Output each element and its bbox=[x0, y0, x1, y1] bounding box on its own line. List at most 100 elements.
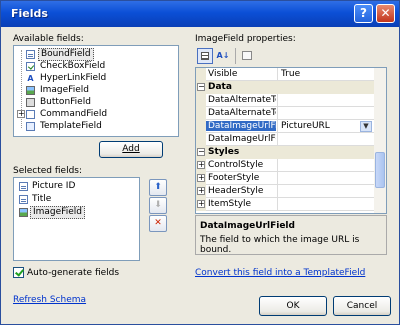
bound-field-icon bbox=[19, 182, 28, 191]
alphabetical-button[interactable]: A↓ bbox=[215, 48, 231, 64]
grid-divider bbox=[277, 68, 278, 81]
expand-plus-icon[interactable]: + bbox=[197, 187, 205, 195]
ok-button-label: OK bbox=[286, 301, 300, 311]
property-pages-button[interactable] bbox=[239, 48, 255, 64]
list-item-label: Picture ID bbox=[32, 181, 76, 191]
button-field-icon bbox=[26, 98, 35, 107]
property-row[interactable]: DataImageUrlForma bbox=[196, 133, 374, 146]
move-down-button[interactable]: ⬇ bbox=[149, 197, 167, 214]
grid-margin bbox=[196, 68, 206, 81]
delete-icon: ✕ bbox=[154, 218, 162, 228]
tree-item-label: BoundField bbox=[38, 48, 94, 61]
expand-plus-icon[interactable]: + bbox=[197, 200, 205, 208]
auto-generate-label: Auto-generate fields bbox=[27, 268, 120, 278]
fields-dialog: Fields ? ✕ Available fields: BoundField … bbox=[0, 0, 400, 325]
title-bar[interactable]: Fields ? ✕ bbox=[1, 1, 399, 27]
property-row[interactable]: DataAlternateTextF bbox=[196, 107, 374, 120]
property-grid[interactable]: Visible True − Data DataAlternateTextF D… bbox=[195, 67, 387, 214]
sort-az-icon: A↓ bbox=[216, 51, 230, 60]
tree-item-label: ImageField bbox=[40, 85, 89, 95]
image-field-icon bbox=[26, 86, 35, 95]
grid-divider bbox=[277, 94, 278, 107]
categorized-icon bbox=[201, 52, 209, 60]
arrow-down-icon: ⬇ bbox=[154, 200, 162, 210]
cancel-button[interactable]: Cancel bbox=[333, 296, 391, 316]
property-name: DataImageUrlForma bbox=[208, 134, 276, 144]
properties-toolbar: A↓ bbox=[195, 46, 387, 66]
arrow-up-icon: ⬆ bbox=[154, 182, 162, 192]
ok-button[interactable]: OK bbox=[259, 296, 327, 316]
hyperlink-field-icon: A bbox=[27, 74, 34, 83]
bound-field-icon bbox=[19, 195, 28, 204]
property-name: Visible bbox=[208, 69, 238, 79]
selected-fields-label: Selected fields: bbox=[13, 166, 83, 176]
property-name: ControlStyle bbox=[208, 160, 264, 170]
expand-plus-icon[interactable]: + bbox=[197, 174, 205, 182]
categorized-button[interactable] bbox=[197, 48, 213, 64]
cancel-button-label: Cancel bbox=[346, 301, 378, 311]
collapse-minus-icon[interactable]: − bbox=[197, 148, 205, 156]
property-row[interactable]: DataAlternateTextF bbox=[196, 94, 374, 107]
add-button[interactable]: Add bbox=[99, 141, 163, 158]
tree-item-label: ButtonField bbox=[40, 97, 91, 107]
property-row-visible[interactable]: Visible True bbox=[196, 68, 374, 81]
convert-to-template-link[interactable]: Convert this field into a TemplateField bbox=[195, 268, 365, 278]
property-row[interactable]: + HeaderStyle bbox=[196, 185, 374, 198]
grid-divider bbox=[277, 107, 278, 120]
category-name: Data bbox=[208, 82, 232, 92]
expand-plus-icon[interactable]: + bbox=[197, 161, 205, 169]
delete-field-button[interactable]: ✕ bbox=[149, 215, 167, 232]
list-item-label: ImageField bbox=[30, 206, 85, 219]
property-pages-icon bbox=[242, 51, 252, 60]
property-grid-scrollbar[interactable] bbox=[374, 68, 386, 213]
scrollbar-thumb[interactable] bbox=[375, 152, 385, 188]
grid-divider bbox=[277, 172, 278, 185]
property-row[interactable]: + ItemStyle bbox=[196, 198, 374, 211]
property-name: DataImageUrlField bbox=[206, 121, 276, 131]
property-row-dataimageurlfield[interactable]: DataImageUrlField PictureURL ▼ bbox=[196, 120, 374, 133]
grid-margin bbox=[196, 107, 206, 120]
checkbox-field-icon bbox=[26, 62, 35, 71]
available-fields-tree[interactable]: BoundField CheckBoxField A HyperLinkFiel… bbox=[13, 45, 179, 137]
grid-margin bbox=[196, 133, 206, 146]
template-field-icon bbox=[26, 122, 35, 131]
properties-label: ImageField properties: bbox=[195, 34, 296, 44]
property-name: DataAlternateTextF bbox=[208, 95, 276, 105]
grid-divider bbox=[277, 185, 278, 198]
command-field-icon bbox=[26, 110, 35, 119]
help-button[interactable]: ? bbox=[354, 4, 373, 23]
grid-margin bbox=[196, 120, 206, 133]
checkmark-icon bbox=[15, 267, 24, 277]
category-row-data[interactable]: − Data bbox=[196, 81, 374, 94]
available-fields-label: Available fields: bbox=[13, 34, 84, 44]
expand-plus-icon[interactable]: + bbox=[17, 110, 25, 118]
toolbar-separator bbox=[235, 48, 236, 64]
description-text: The field to which the image URL is boun… bbox=[200, 235, 360, 255]
window-title: Fields bbox=[11, 7, 48, 20]
property-name: FooterStyle bbox=[208, 173, 260, 183]
dropdown-chevron-icon[interactable]: ▼ bbox=[360, 121, 372, 132]
property-value-input[interactable]: PictureURL bbox=[281, 121, 359, 131]
selected-fields-list[interactable]: Picture ID Title ImageField bbox=[13, 177, 140, 261]
auto-generate-checkbox[interactable] bbox=[13, 267, 24, 278]
refresh-schema-link[interactable]: Refresh Schema bbox=[13, 295, 86, 305]
property-row[interactable]: + ControlStyle bbox=[196, 159, 374, 172]
collapse-minus-icon[interactable]: − bbox=[197, 83, 205, 91]
tree-item-label: CommandField bbox=[40, 109, 108, 119]
image-field-icon bbox=[19, 208, 28, 217]
description-title: DataImageUrlField bbox=[200, 221, 295, 231]
grid-divider bbox=[277, 159, 278, 172]
move-up-button[interactable]: ⬆ bbox=[149, 179, 167, 196]
add-button-label: Add bbox=[122, 144, 140, 154]
tree-item-label: TemplateField bbox=[40, 121, 102, 131]
list-item-label: Title bbox=[32, 194, 52, 204]
property-name: ItemStyle bbox=[208, 199, 252, 209]
close-button[interactable]: ✕ bbox=[376, 4, 395, 23]
tree-item-label: HyperLinkField bbox=[40, 73, 107, 83]
grid-divider bbox=[277, 133, 278, 146]
category-row-styles[interactable]: − Styles bbox=[196, 146, 374, 159]
tree-item-label: CheckBoxField bbox=[40, 61, 106, 71]
property-row[interactable]: + FooterStyle bbox=[196, 172, 374, 185]
property-name: HeaderStyle bbox=[208, 186, 264, 196]
grid-divider bbox=[277, 120, 278, 133]
